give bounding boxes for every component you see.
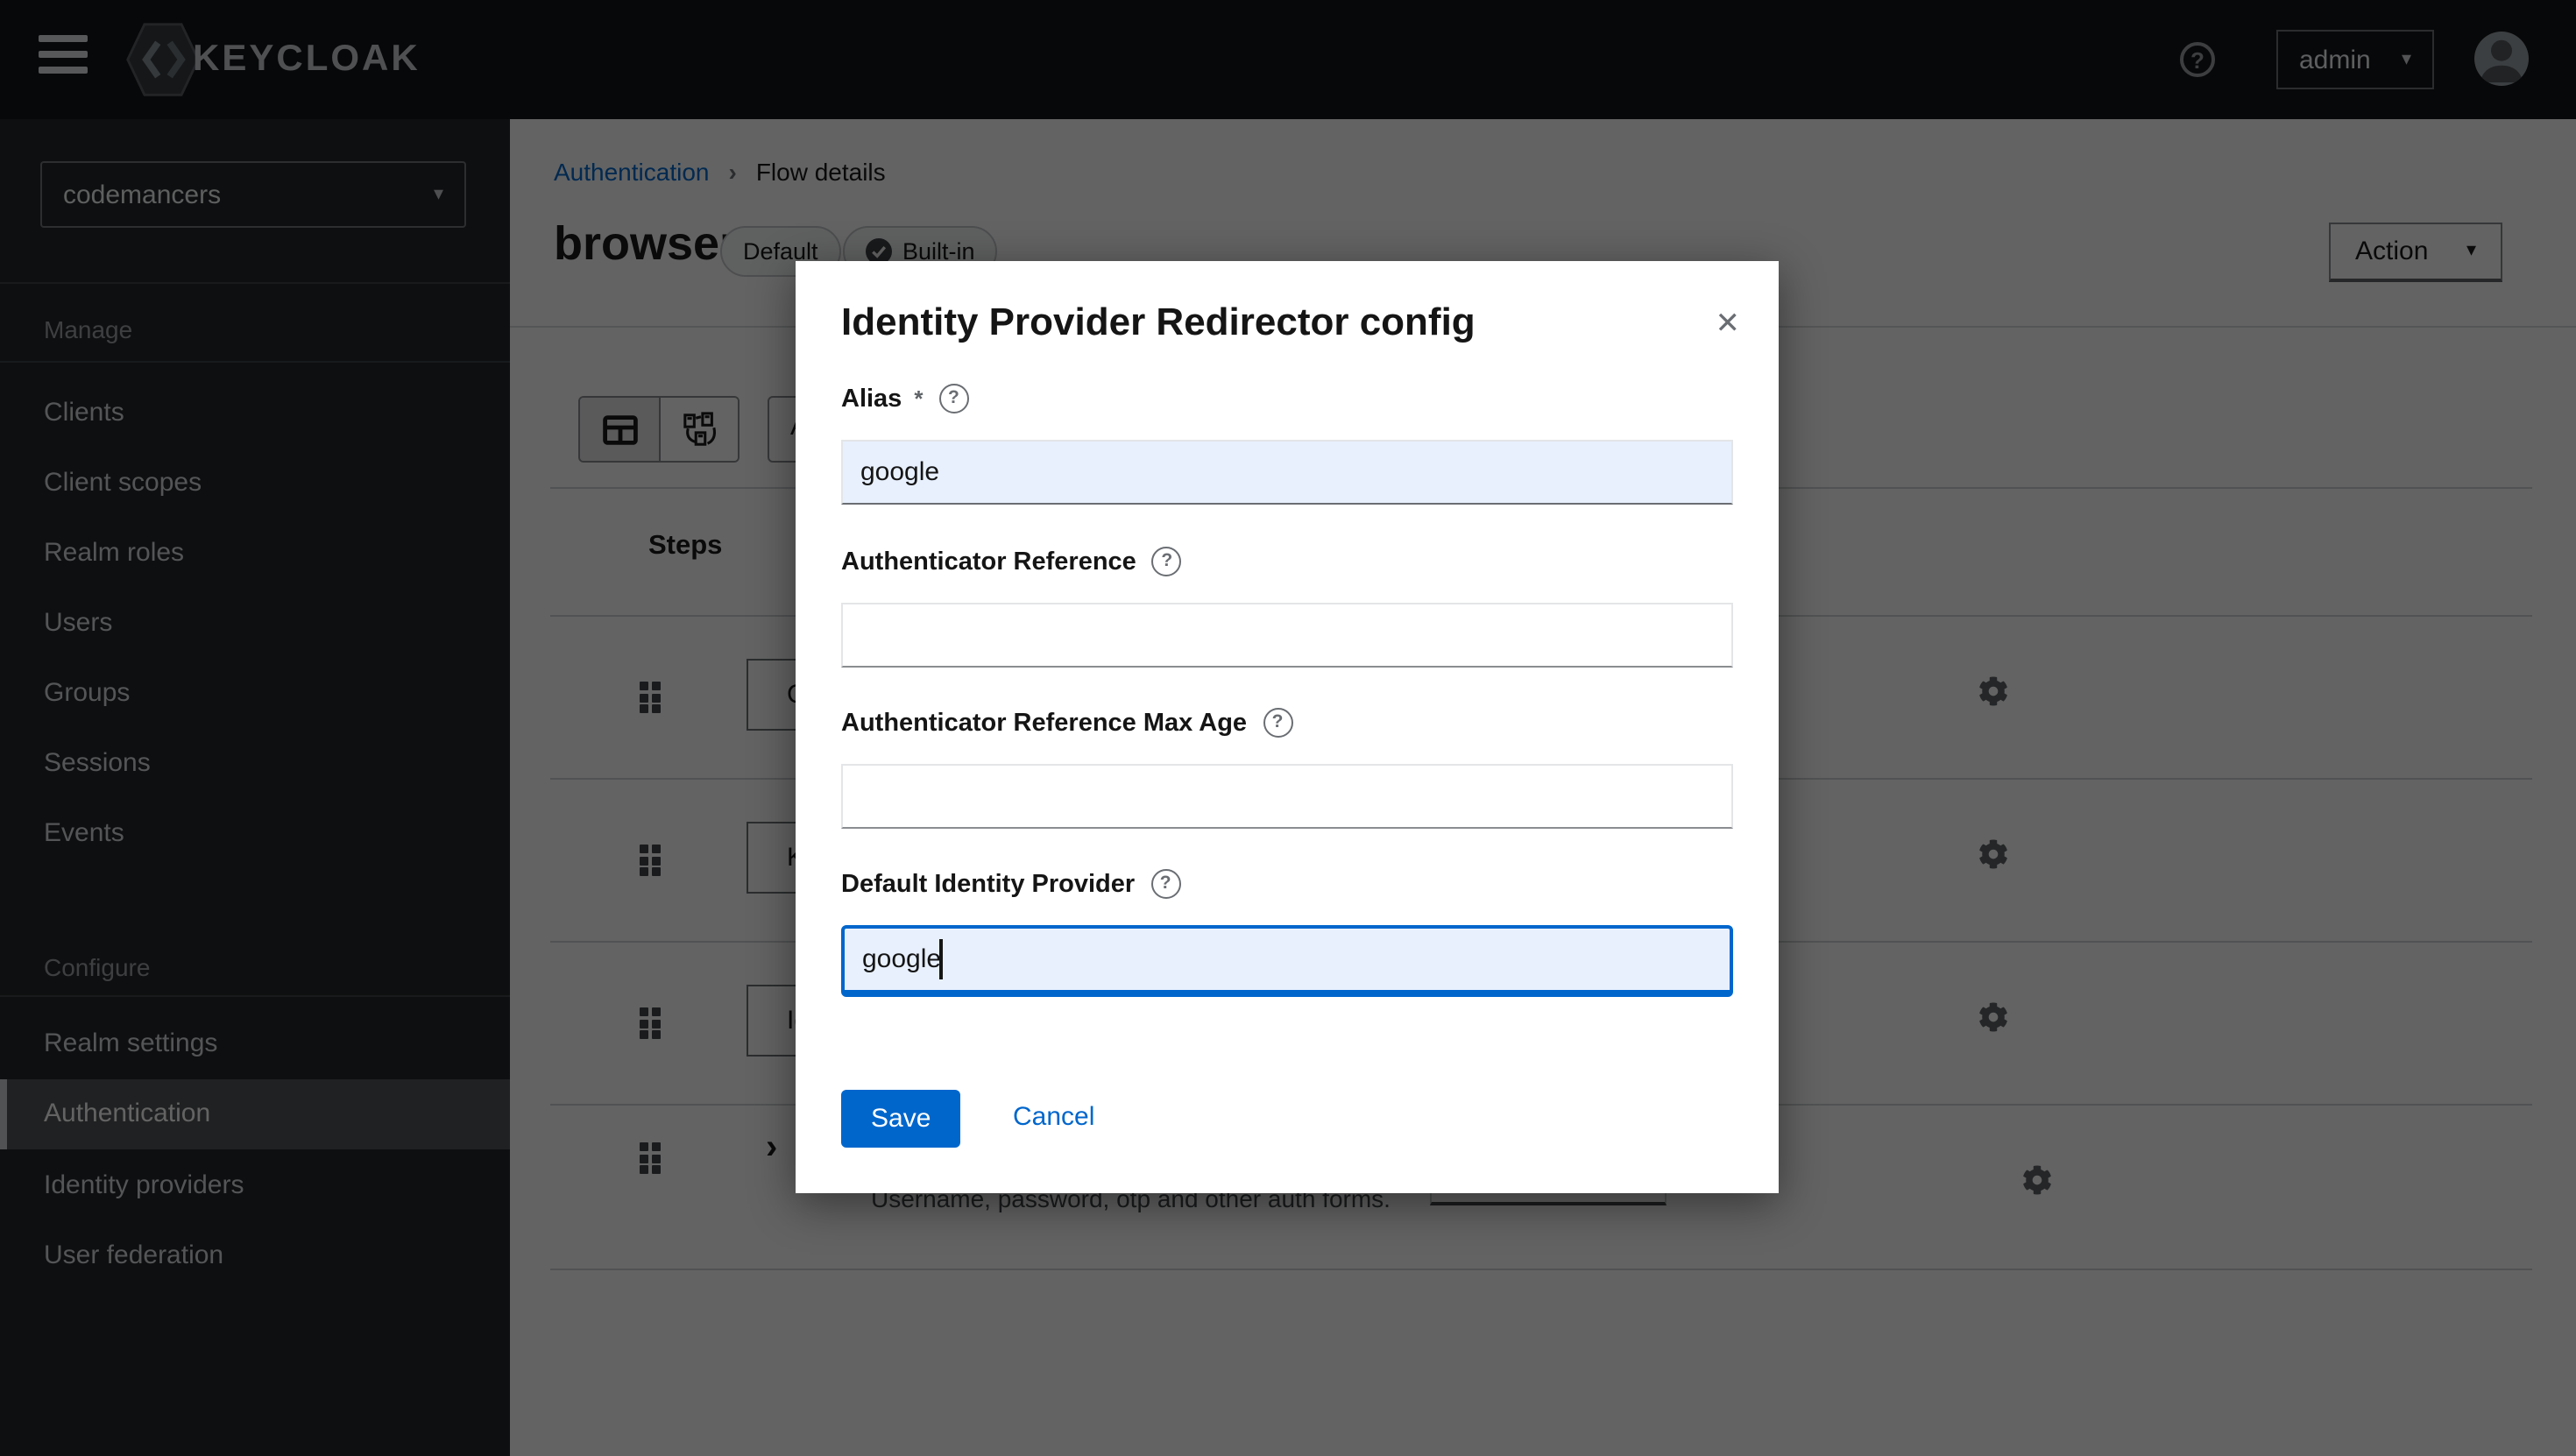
help-question-icon[interactable]: ? [938, 384, 968, 413]
cancel-button[interactable]: Cancel [1013, 1102, 1094, 1132]
authenticator-reference-max-age-input[interactable] [841, 764, 1733, 829]
help-question-icon[interactable]: ? [1263, 708, 1292, 738]
screen: Authentication › Flow details browser De… [0, 0, 2576, 1456]
authenticator-reference-input[interactable] [841, 603, 1733, 668]
default-identity-provider-field-label: Default Identity Provider ? [841, 869, 1180, 899]
modal-title: Identity Provider Redirector config [841, 300, 1476, 345]
authenticator-reference-max-age-label-text: Authenticator Reference Max Age [841, 709, 1247, 737]
close-icon[interactable]: ✕ [1716, 308, 1741, 338]
default-identity-provider-input[interactable] [841, 925, 1733, 997]
text-cursor [939, 939, 942, 979]
authenticator-reference-max-age-field-label: Authenticator Reference Max Age ? [841, 708, 1292, 738]
default-identity-provider-label-text: Default Identity Provider [841, 870, 1135, 898]
alias-input[interactable] [841, 440, 1733, 505]
authenticator-reference-field-label: Authenticator Reference ? [841, 547, 1182, 576]
identity-provider-redirector-config-modal: Identity Provider Redirector config ✕ Al… [796, 261, 1779, 1193]
authenticator-reference-label-text: Authenticator Reference [841, 548, 1136, 576]
alias-field-label: Alias * ? [841, 384, 968, 413]
required-asterisk: * [914, 385, 923, 412]
help-question-icon[interactable]: ? [1152, 547, 1182, 576]
help-question-icon[interactable]: ? [1150, 869, 1180, 899]
alias-label-text: Alias [841, 385, 902, 413]
save-button[interactable]: Save [841, 1090, 960, 1148]
